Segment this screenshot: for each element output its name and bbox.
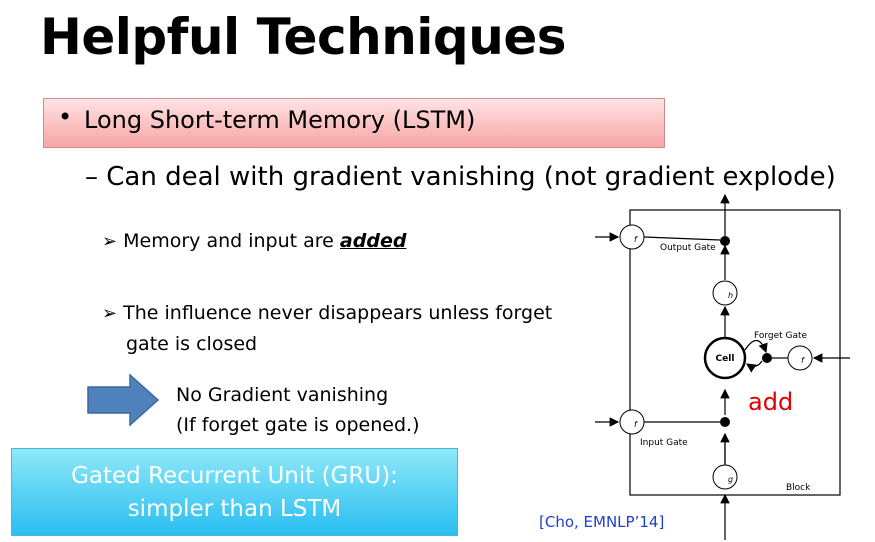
point-memory-added: ➢ Memory and input are added <box>102 230 406 252</box>
lstm-block-diagram: Block f Output Gate h Cell f Forget Gate… <box>595 193 850 540</box>
h-squash-icon <box>712 280 738 306</box>
note-line1: No Gradient vanishing <box>176 384 389 406</box>
input-multiply-node <box>720 417 730 427</box>
point1-prefix: Memory and input are <box>123 230 340 252</box>
output-gate-label: Output Gate <box>660 243 716 253</box>
sub-bullet-gradient: – Can deal with gradient vanishing (not … <box>85 162 836 192</box>
input-gate-label: Input Gate <box>640 438 688 448</box>
bullet-marker: • <box>58 103 73 131</box>
sub-bullet-text: Can deal with gradient vanishing (not gr… <box>106 162 836 192</box>
point2-line1: The influence never disappears unless fo… <box>123 302 553 324</box>
point1-emphasis: added <box>339 230 407 252</box>
block-arrow-icon <box>87 373 160 427</box>
input-sigmoid-icon <box>619 409 645 435</box>
add-annotation: add <box>748 388 794 416</box>
note-line2: (If forget gate is opened.) <box>176 414 420 436</box>
gru-callout: Gated Recurrent Unit (GRU): simpler than… <box>11 448 458 536</box>
g-label: g <box>728 475 733 484</box>
arrow-bullet-icon: ➢ <box>102 303 118 324</box>
dash-marker: – <box>85 162 98 192</box>
point-influence: ➢ The influence never disappears unless … <box>102 298 552 359</box>
block-label: Block <box>786 483 811 493</box>
forget-sigmoid-icon <box>787 345 813 371</box>
lstm-bullet-text: Long Short-term Memory (LSTM) <box>84 106 476 134</box>
forget-multiply-node <box>762 353 772 363</box>
slide-title: Helpful Techniques <box>40 8 567 66</box>
forget-gate-label: Forget Gate <box>754 331 808 341</box>
cell-label: Cell <box>716 354 735 364</box>
arrow-bullet-icon: ➢ <box>102 231 118 252</box>
h-label: h <box>728 291 733 300</box>
no-vanishing-note: No Gradient vanishing (If forget gate is… <box>176 380 420 440</box>
gru-line1: Gated Recurrent Unit (GRU): <box>71 463 398 489</box>
lstm-bullet-box: • Long Short-term Memory (LSTM) <box>43 98 665 148</box>
g-squash-icon <box>712 464 738 490</box>
gru-line2: simpler than LSTM <box>127 496 342 522</box>
output-multiply-node <box>720 236 730 246</box>
output-sigmoid-icon <box>619 224 645 250</box>
point2-line2: gate is closed <box>126 333 258 355</box>
